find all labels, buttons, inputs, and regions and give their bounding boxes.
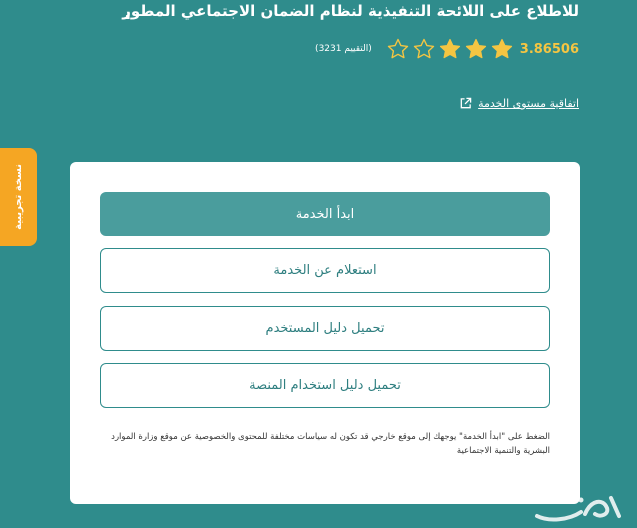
service-page: للاطلاع على اللائحة التنفيذية لنظام الضم… bbox=[0, 0, 637, 528]
service-inquiry-button[interactable]: استعلام عن الخدمة bbox=[100, 248, 550, 293]
title-dot: . bbox=[124, 0, 132, 24]
rating-stars bbox=[386, 37, 514, 61]
trial-version-label: نسخة تجريبية bbox=[13, 164, 24, 230]
download-platform-guide-button[interactable]: تحميل دليل استخدام المنصة bbox=[100, 363, 550, 408]
star-icon[interactable] bbox=[464, 37, 488, 61]
page-title: للاطلاع على اللائحة التنفيذية لنظام الضم… bbox=[122, 2, 579, 20]
watermark-logo bbox=[535, 496, 621, 522]
rating-value: 3.86506 bbox=[519, 41, 579, 57]
sla-link[interactable]: اتفاقية مستوى الخدمة bbox=[459, 97, 579, 110]
sla-link-label: اتفاقية مستوى الخدمة bbox=[478, 97, 579, 110]
trial-version-tab[interactable]: نسخة تجريبية bbox=[0, 148, 37, 246]
rating-row: 3.86506 (التقييم 3231) bbox=[315, 37, 579, 61]
star-icon[interactable] bbox=[490, 37, 514, 61]
start-service-button[interactable]: ابدأ الخدمة bbox=[100, 192, 550, 236]
service-actions-card: ابدأ الخدمة استعلام عن الخدمة تحميل دليل… bbox=[70, 162, 580, 504]
external-link-icon bbox=[460, 97, 472, 109]
star-outline-icon[interactable] bbox=[386, 37, 410, 61]
download-user-guide-button[interactable]: تحميل دليل المستخدم bbox=[100, 306, 550, 351]
rating-count: (التقييم 3231) bbox=[315, 44, 372, 54]
external-site-note: الضغط على "ابدأ الخدمة" يوجهك إلى موقع خ… bbox=[111, 432, 550, 456]
star-outline-icon[interactable] bbox=[412, 37, 436, 61]
star-icon[interactable] bbox=[438, 37, 462, 61]
